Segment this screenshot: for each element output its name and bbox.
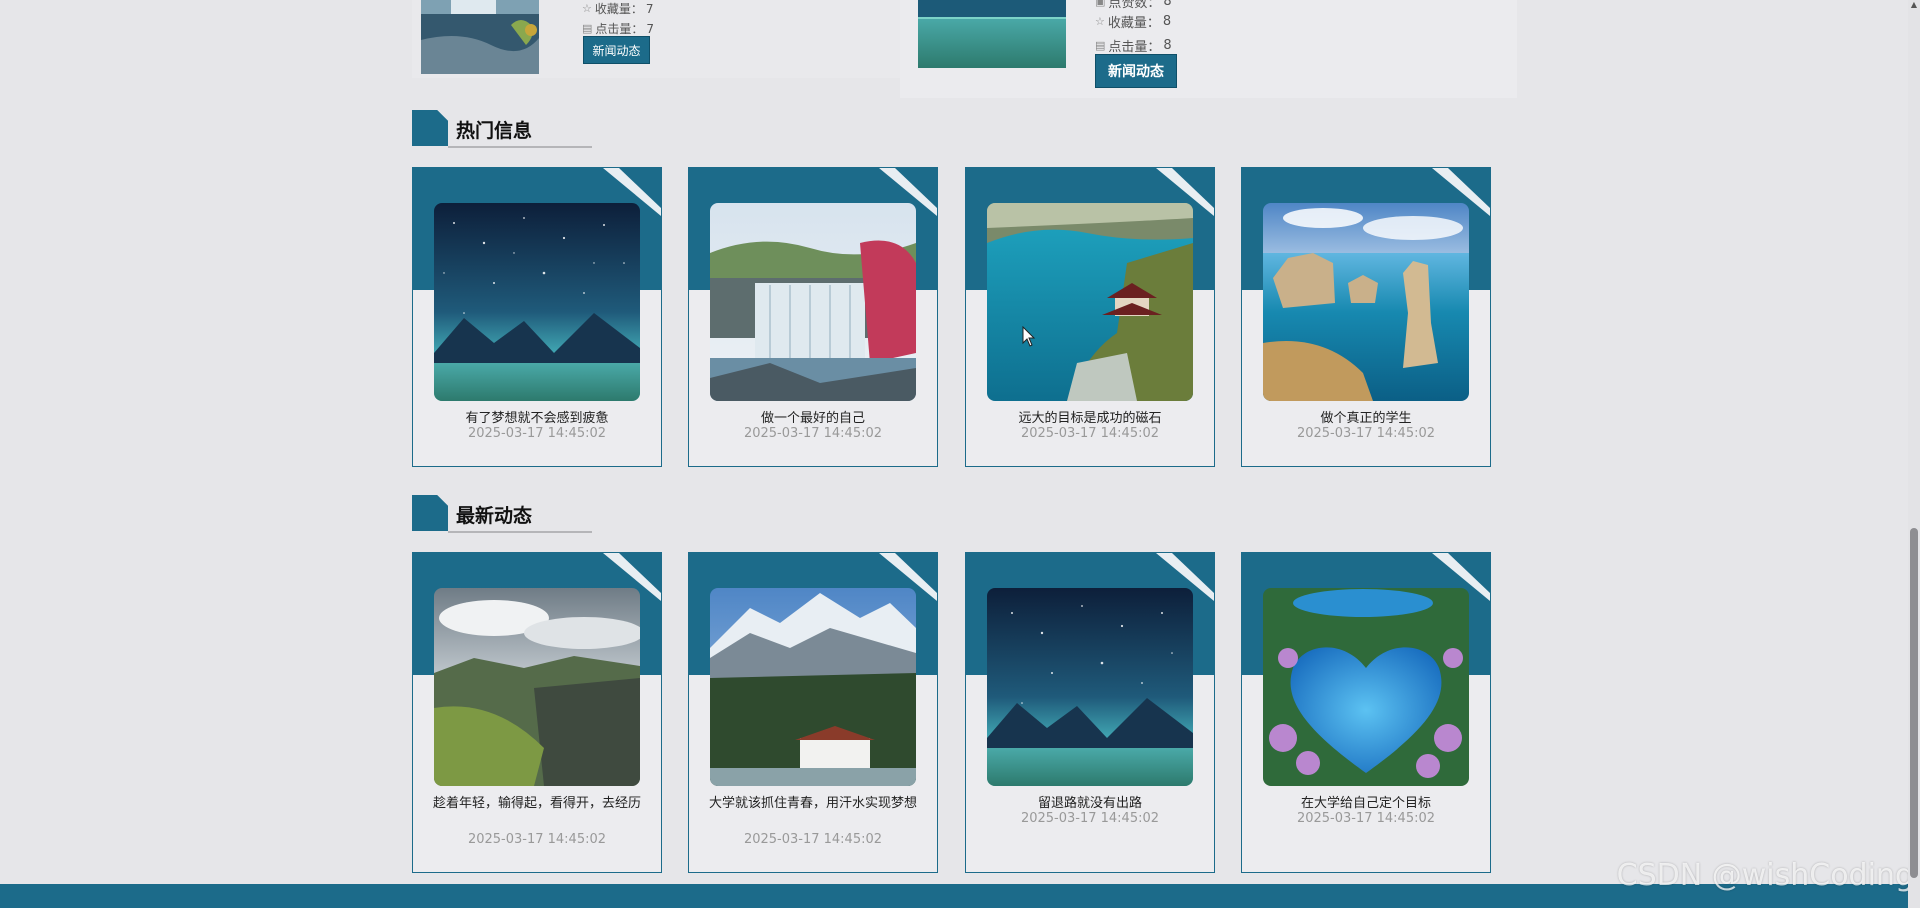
latest-card[interactable]: 在大学给自己定个目标 2025-03-17 14:45:02 xyxy=(1241,552,1491,873)
news-button[interactable]: 新闻动态 xyxy=(583,36,650,64)
card-date: 2025-03-17 14:45:02 xyxy=(1296,426,1436,441)
card-date: 2025-03-17 14:45:02 xyxy=(1020,811,1160,826)
scrollbar[interactable]: ▲ xyxy=(1908,0,1920,908)
star-icon: ☆ xyxy=(1095,15,1105,28)
hot-image-waterfall[interactable] xyxy=(710,203,916,401)
news-card-partial-1: ☆ 收藏量： 7 ▤ 点击量： 7 新闻动态 xyxy=(412,0,900,78)
card-title[interactable]: 趁着年轻，输得起，看得开，去经历 xyxy=(419,793,655,814)
hot-card[interactable]: 远大的目标是成功的磁石 2025-03-17 14:45:02 xyxy=(965,167,1215,467)
card-date: 2025-03-17 14:45:02 xyxy=(1296,811,1436,826)
section-underline xyxy=(448,531,592,533)
hot-card[interactable]: 有了梦想就不会感到疲惫 2025-03-17 14:45:02 xyxy=(412,167,662,467)
click-count: ▤ 点击量： 7 xyxy=(582,21,655,37)
section-flag-icon xyxy=(412,495,448,531)
section-heading-latest: 最新动态 xyxy=(412,495,592,533)
collect-count: ☆ 收藏量： 7 xyxy=(582,1,654,17)
mouse-cursor-icon xyxy=(1022,326,1036,347)
news-thumbnail[interactable] xyxy=(918,0,1066,68)
section-heading-hot: 热门信息 xyxy=(412,110,592,148)
like-count: ▣ 点赞数： 8 xyxy=(1095,0,1172,11)
hot-image-cliff-pavilion[interactable] xyxy=(987,203,1193,401)
news-button[interactable]: 新闻动态 xyxy=(1095,54,1177,88)
card-date: 2025-03-17 14:45:02 xyxy=(467,832,607,847)
star-icon: ☆ xyxy=(582,2,592,15)
thumbs-icon: ▣ xyxy=(1095,0,1106,8)
hot-card[interactable]: 做个真正的学生 2025-03-17 14:45:02 xyxy=(1241,167,1491,467)
watermark: CSDN @wishCoding xyxy=(1616,858,1914,893)
document-icon: ▤ xyxy=(1095,39,1106,52)
news-card-partial-2: ▣ 点赞数： 8 ☆ 收藏量： 8 ▤ 点击量： 8 新闻动态 xyxy=(900,0,1517,98)
latest-image-mountain-valley[interactable] xyxy=(434,588,640,786)
section-title: 最新动态 xyxy=(456,505,533,527)
hot-image-sea-rocks[interactable] xyxy=(1263,203,1469,401)
hot-card[interactable]: 做一个最好的自己 2025-03-17 14:45:02 xyxy=(688,167,938,467)
section-underline xyxy=(448,146,592,148)
latest-card[interactable]: 大学就该抓住青春，用汗水实现梦想 2025-03-17 14:45:02 xyxy=(688,552,938,873)
card-date: 2025-03-17 14:45:02 xyxy=(1020,426,1160,441)
card-date: 2025-03-17 14:45:02 xyxy=(743,426,883,441)
card-title[interactable]: 大学就该抓住青春，用汗水实现梦想 xyxy=(695,793,931,814)
click-count: ▤ 点击量： 8 xyxy=(1095,38,1172,55)
latest-card[interactable]: 留退路就没有出路 2025-03-17 14:45:02 xyxy=(965,552,1215,873)
card-date: 2025-03-17 14:45:02 xyxy=(743,832,883,847)
latest-image-starry-night[interactable] xyxy=(987,588,1193,786)
hot-image-starry-night[interactable] xyxy=(434,203,640,401)
scrollbar-thumb[interactable] xyxy=(1910,528,1918,878)
section-flag-icon xyxy=(412,110,448,146)
latest-image-heart-lake[interactable] xyxy=(1263,588,1469,786)
document-icon: ▤ xyxy=(582,22,593,35)
collect-count: ☆ 收藏量： 8 xyxy=(1095,14,1172,31)
latest-card[interactable]: 趁着年轻，输得起，看得开，去经历 2025-03-17 14:45:02 xyxy=(412,552,662,873)
scroll-up-arrow-icon[interactable]: ▲ xyxy=(1910,0,1918,10)
section-title: 热门信息 xyxy=(456,120,533,142)
news-thumbnail[interactable] xyxy=(421,0,539,74)
card-date: 2025-03-17 14:45:02 xyxy=(467,426,607,441)
latest-image-snow-mountain[interactable] xyxy=(710,588,916,786)
